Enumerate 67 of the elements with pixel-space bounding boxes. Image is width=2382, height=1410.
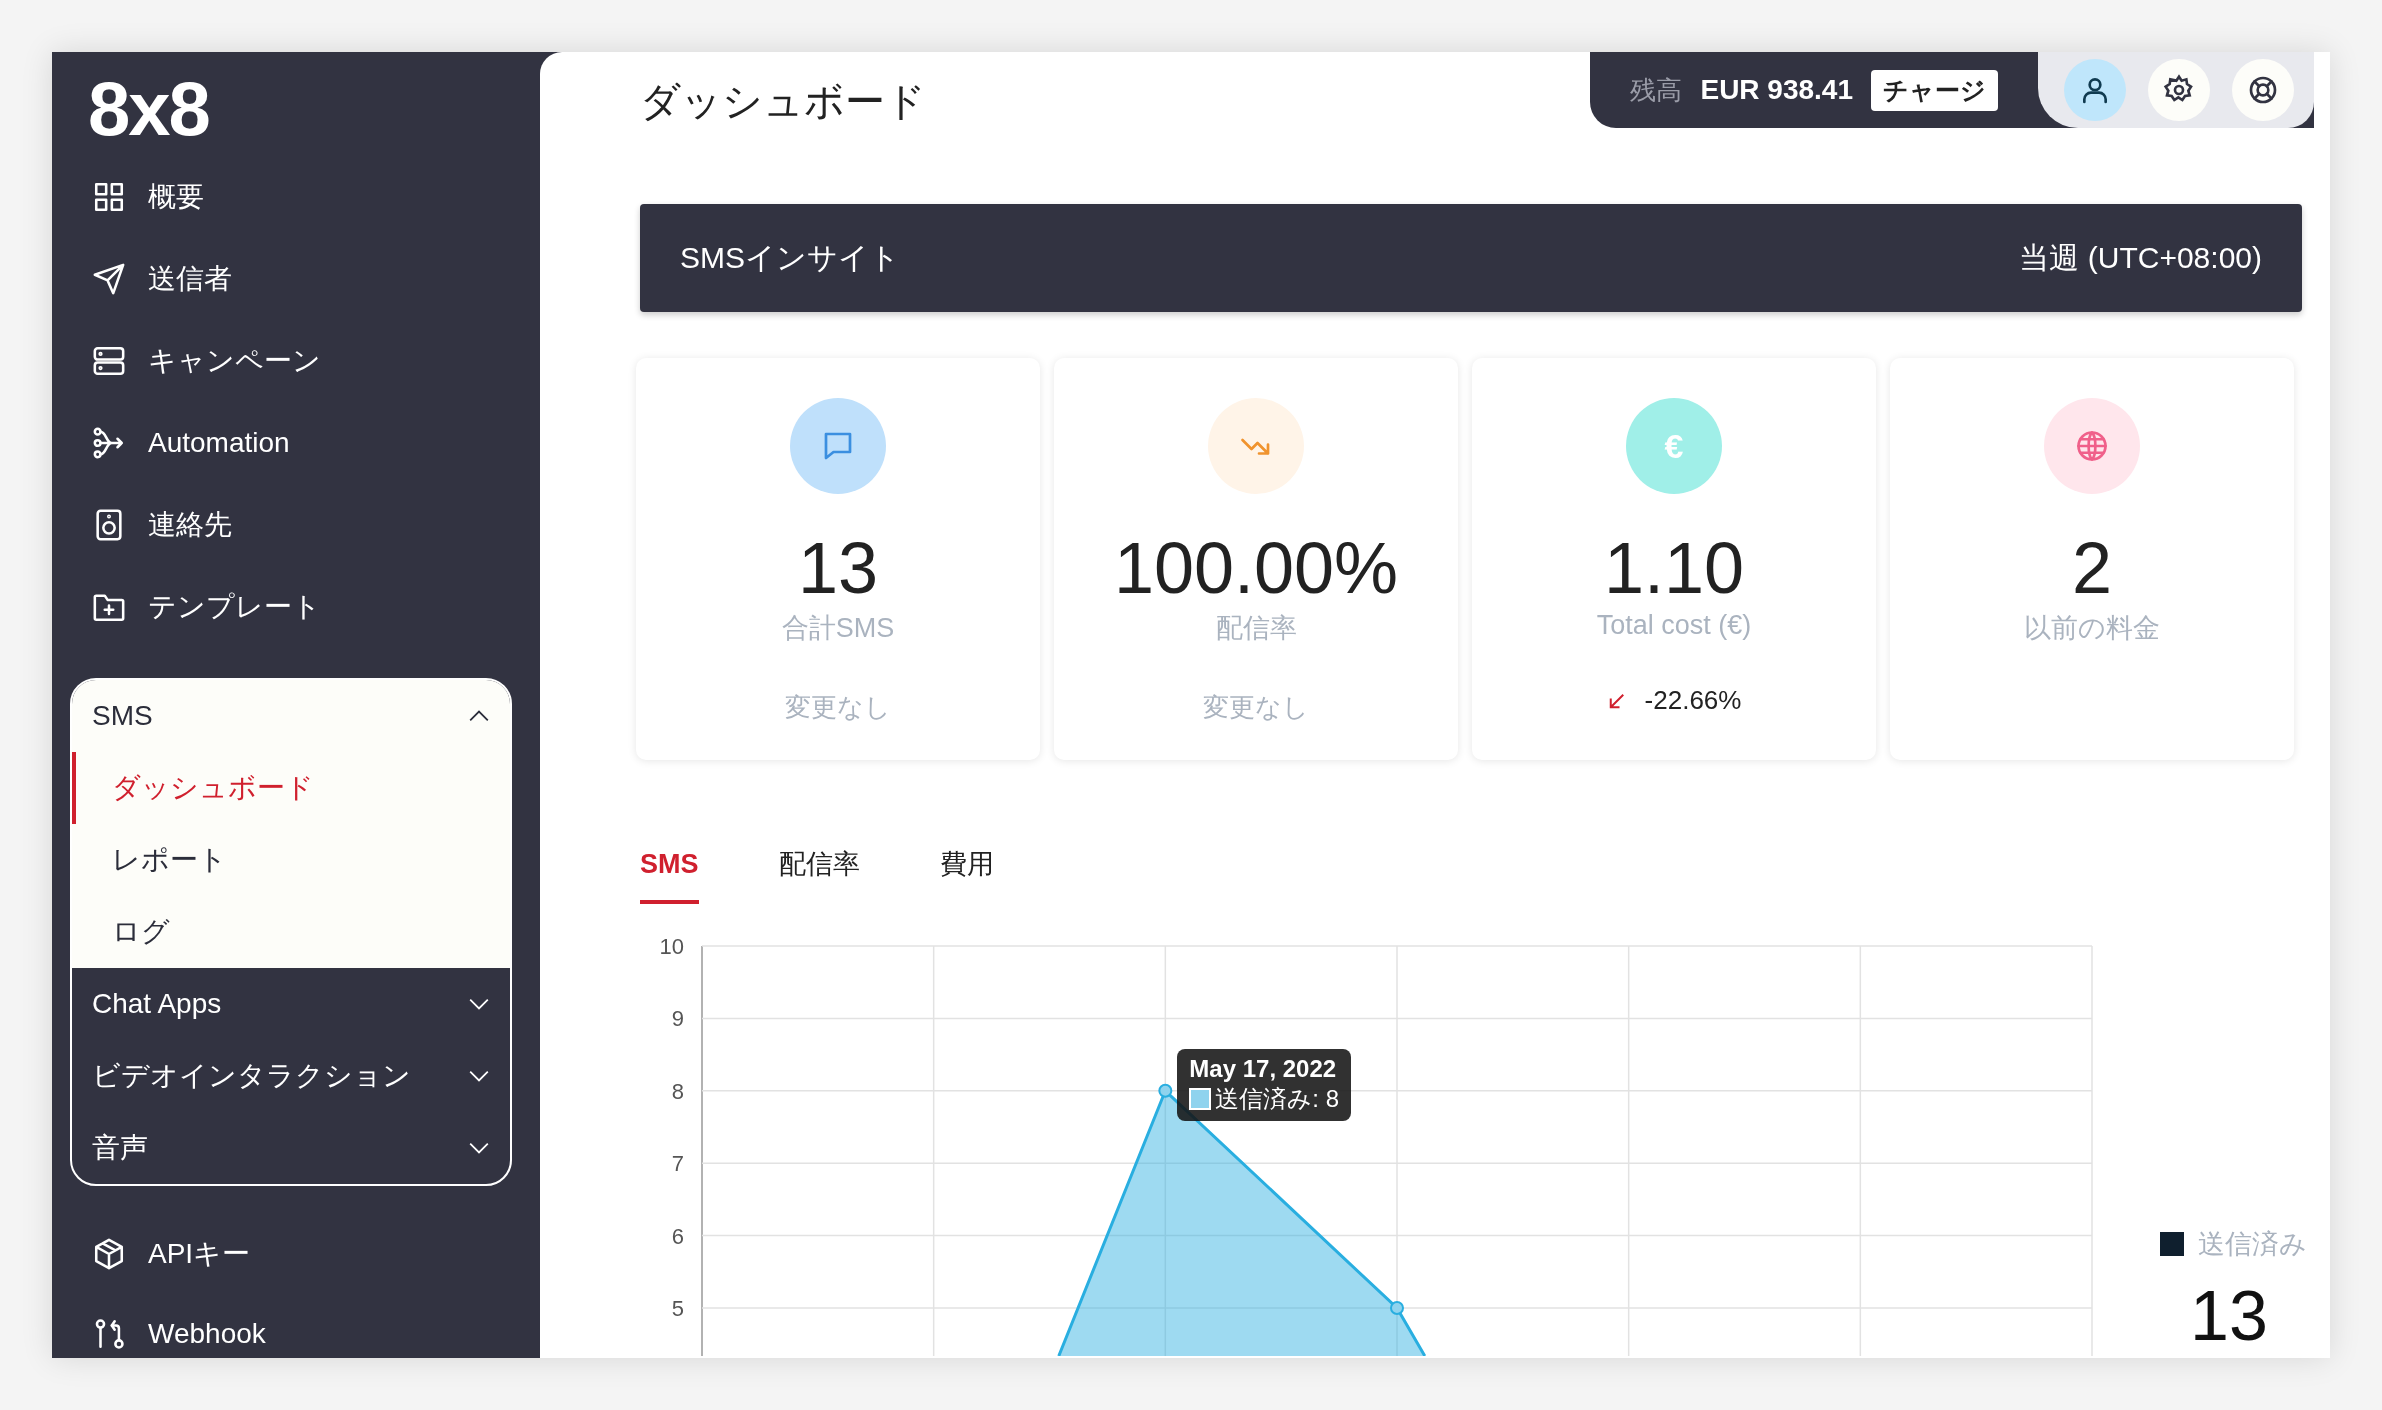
nav-item[interactable]: Webhook	[52, 1294, 540, 1358]
y-tick-label: 8	[671, 1078, 684, 1104]
y-tick-label: 9	[671, 1006, 684, 1032]
nav-group-header[interactable]: Chat Apps	[72, 968, 510, 1040]
chart-tab[interactable]: 費用	[939, 846, 994, 904]
server-icon	[92, 344, 126, 378]
nav-item[interactable]: Automation	[52, 402, 540, 484]
nav-label: 送信者	[148, 262, 232, 296]
stat-label: 以前の料金	[2024, 612, 2160, 645]
nav-item[interactable]: APIキー	[52, 1214, 540, 1294]
page-title: ダッシュボード	[640, 77, 926, 126]
flow-icon	[92, 426, 126, 460]
legend-swatch	[2160, 1232, 2184, 1256]
tooltip-title: May 17, 2022	[1189, 1054, 1338, 1083]
cube-icon	[92, 1237, 126, 1271]
stat-change: 変更なし	[785, 691, 891, 724]
top-up-button[interactable]: チャージ	[1871, 69, 1998, 111]
submenu-item[interactable]: ログ	[72, 896, 510, 968]
nav-group-header[interactable]: SMS	[72, 680, 510, 752]
y-tick-label: 5	[671, 1296, 684, 1321]
nav-item[interactable]: テンプレート	[52, 566, 540, 648]
y-tick-label: 6	[671, 1223, 684, 1249]
stat-value: 1.10	[1603, 528, 1745, 608]
chevron-icon	[468, 709, 490, 723]
balance-label: 残高	[1630, 73, 1683, 107]
stat-value: 100.00%	[1113, 528, 1399, 608]
nav-item[interactable]: キャンペーン	[52, 320, 540, 402]
period-label: 当週 (UTC+08:00)	[2019, 239, 2262, 276]
nav-item[interactable]: 概要	[52, 156, 540, 238]
nav-label: キャンペーン	[148, 344, 321, 378]
balance-amount: EUR 938.41	[1700, 74, 1853, 106]
y-tick-label: 7	[671, 1151, 684, 1177]
chart-tab[interactable]: 配信率	[778, 846, 860, 904]
nav-item[interactable]: 送信者	[52, 238, 540, 320]
submenu-item[interactable]: ダッシュボード	[72, 752, 510, 824]
stat-label: 合計SMS	[781, 612, 895, 645]
nav-label: 概要	[148, 180, 204, 214]
submenu-item[interactable]: レポート	[72, 824, 510, 896]
logo: 8x8	[88, 65, 210, 153]
nav-label: APIキー	[148, 1237, 251, 1271]
legend-total: 13	[2190, 1276, 2269, 1356]
nav-label: Automation	[148, 427, 290, 459]
stat-label: 配信率	[1215, 612, 1297, 645]
stat-change: -22.66%	[1644, 685, 1742, 716]
stat-label: Total cost (€)	[1596, 610, 1752, 641]
stat-value: 13	[797, 528, 879, 608]
nav-item[interactable]: 連絡先	[52, 484, 540, 566]
paper-plane-icon	[92, 262, 126, 296]
euro-icon: €	[1626, 398, 1722, 494]
nav-label: Webhook	[148, 1318, 266, 1350]
stat-value: 2	[2071, 528, 2112, 608]
nav-label: テンプレート	[148, 590, 321, 624]
chevron-icon	[468, 1069, 490, 1083]
chevron-icon	[468, 997, 490, 1011]
grid-icon	[92, 180, 126, 214]
nav-group-header[interactable]: 音声	[72, 1112, 510, 1184]
y-tick-label: 10	[659, 934, 684, 959]
stat-change: 変更なし	[1203, 691, 1309, 724]
insight-title: SMSインサイト	[680, 239, 900, 276]
lifebuoy-icon	[2247, 74, 2279, 106]
tooltip-value: 送信済み: 8	[1215, 1083, 1339, 1114]
chart-tab[interactable]: SMS	[640, 846, 699, 904]
chevron-icon	[468, 1141, 490, 1155]
nav-group-header[interactable]: ビデオインタラクション	[72, 1040, 510, 1112]
legend-label: 送信済み	[2198, 1228, 2307, 1261]
nav-label: 連絡先	[148, 508, 232, 542]
series-swatch	[1189, 1087, 1212, 1110]
